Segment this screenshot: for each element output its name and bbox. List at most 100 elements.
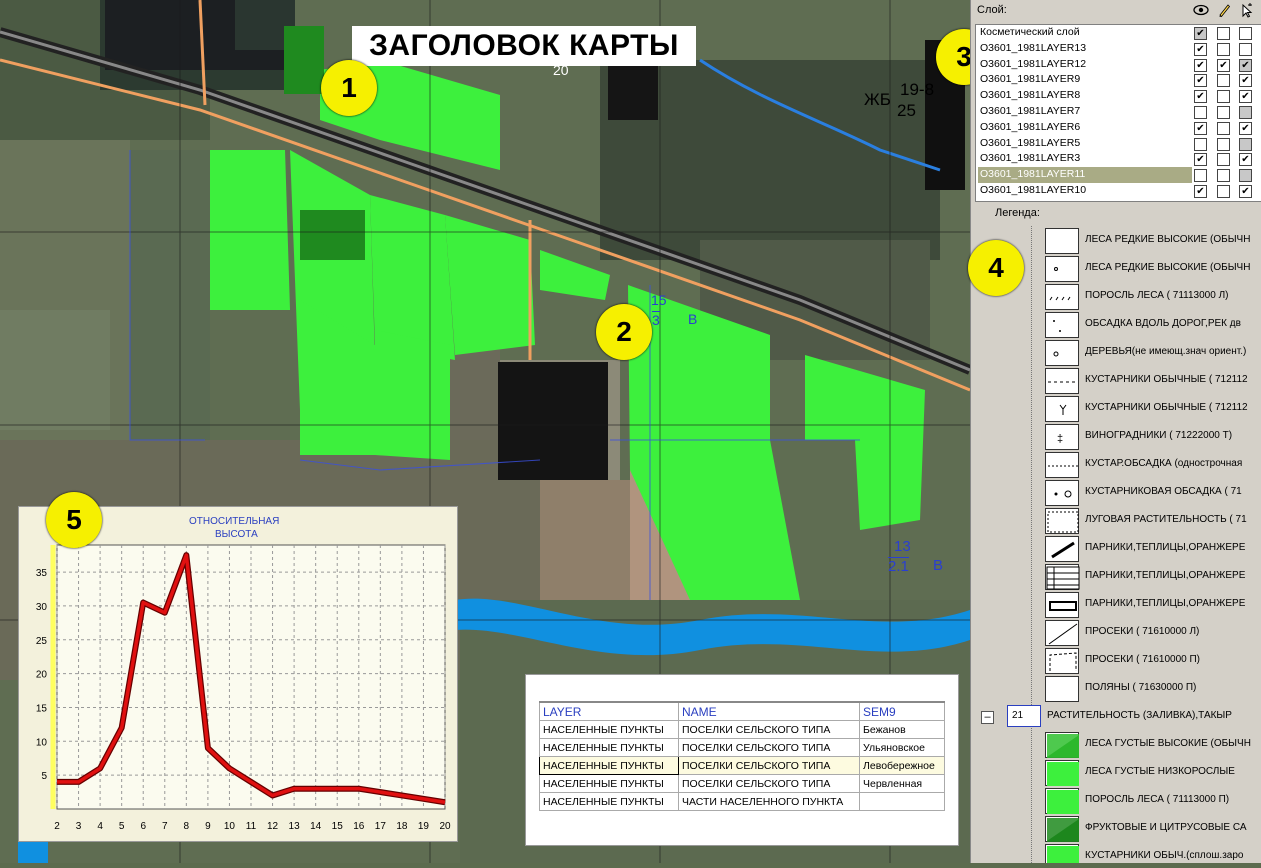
legend-item[interactable]: ЛЕСА ГУСТЫЕ ВЫСОКИЕ (ОБЫЧН	[1045, 732, 1261, 758]
layer-checkbox[interactable]	[1217, 90, 1230, 104]
layer-checkbox[interactable]: ✔	[1194, 121, 1207, 135]
table-row[interactable]: НАСЕЛЕННЫЕ ПУНКТЫ ПОСЕЛКИ СЕЛЬСКОГО ТИПА…	[539, 774, 945, 793]
layer-checkbox[interactable]: ✔	[1239, 58, 1252, 72]
legend-item[interactable]: ДЕРЕВЬЯ(не имеющ.знач ориент.)	[1045, 340, 1261, 366]
legend-fill-swatch	[1045, 844, 1079, 863]
layer-checkbox[interactable]: ✔	[1239, 121, 1252, 135]
layer-checkbox[interactable]	[1217, 42, 1230, 56]
legend-label: ПАРНИКИ,ТЕПЛИЦЫ,ОРАНЖЕРЕ	[1085, 542, 1246, 553]
legend-item[interactable]: ПОРОСЛЬ ЛЕСА ( 71113000 П)	[1045, 788, 1261, 814]
legend-label: ПРОСЕКИ ( 71610000 Л)	[1085, 626, 1200, 637]
legend-item[interactable]: ПОЛЯНЫ ( 71630000 П)	[1045, 676, 1261, 702]
layer-row[interactable]: O3601_1981LAYER8 ✔ ✔	[976, 88, 1261, 104]
legend-item[interactable]: ЛЕСА РЕДКИЕ ВЫСОКИЕ (ОБЫЧН	[1045, 256, 1261, 282]
map-label-zhb: ЖБ	[864, 90, 891, 109]
layer-checkbox[interactable]: ✔	[1239, 184, 1252, 198]
legend-item[interactable]: ПАРНИКИ,ТЕПЛИЦЫ,ОРАНЖЕРЕ	[1045, 564, 1261, 590]
layer-checkbox[interactable]	[1217, 121, 1230, 135]
layer-row[interactable]: O3601_1981LAYER13 ✔	[976, 41, 1261, 57]
legend-item[interactable]: ФРУКТОВЫЕ И ЦИТРУСОВЫЕ СА	[1045, 816, 1261, 842]
layer-row[interactable]: O3601_1981LAYER5	[976, 136, 1261, 152]
layer-checkbox[interactable]: ✔	[1194, 74, 1207, 88]
layer-name: O3601_1981LAYER5	[980, 136, 1081, 149]
table-cell: ПОСЕЛКИ СЕЛЬСКОГО ТИПА	[678, 756, 860, 775]
layer-checkbox[interactable]: ✔	[1194, 58, 1207, 72]
layer-row[interactable]: O3601_1981LAYER10 ✔ ✔	[976, 183, 1261, 199]
legend-symbol-icon	[1045, 396, 1079, 422]
layer-list[interactable]: Косметический слой ✔ O3601_1981LAYER13 ✔ O36…	[975, 24, 1261, 202]
chart-y-tick-label: 20	[36, 670, 48, 681]
layer-checkbox[interactable]	[1217, 169, 1230, 183]
layer-row[interactable]: O3601_1981LAYER11	[976, 167, 1261, 183]
layer-row[interactable]: Косметический слой ✔	[976, 25, 1261, 41]
legend-item[interactable]: ПРОСЕКИ ( 71610000 П)	[1045, 648, 1261, 674]
legend-item[interactable]: ПАРНИКИ,ТЕПЛИЦЫ,ОРАНЖЕРЕ	[1045, 592, 1261, 618]
table-row-selected[interactable]: НАСЕЛЕННЫЕ ПУНКТЫ ПОСЕЛКИ СЕЛЬСКОГО ТИПА…	[539, 756, 945, 775]
layer-checkbox[interactable]: ✔	[1239, 74, 1252, 88]
legend-label: ОБСАДКА ВДОЛЬ ДОРОГ,РЕК дв	[1085, 318, 1241, 329]
layer-checkbox[interactable]	[1239, 137, 1252, 151]
legend-item[interactable]: ЛЕСА ГУСТЫЕ НИЗКОРОСЛЫЕ	[1045, 760, 1261, 786]
legend-item[interactable]: КУСТАРНИКИ ОБЫЧ.(сплош.заро	[1045, 844, 1261, 863]
layer-checkbox[interactable]	[1194, 105, 1207, 119]
layer-checkbox[interactable]: ✔	[1194, 184, 1207, 198]
layer-checkbox[interactable]	[1194, 137, 1207, 151]
layer-checkbox[interactable]: ✔	[1194, 42, 1207, 56]
layer-checkbox[interactable]	[1217, 184, 1230, 198]
elevation-chart-panel[interactable]: ОТНОСИТЕЛЬНАЯ ВЫСОТА 2 3 4 5 6 7 8 9 10 11 12 13 14 1…	[18, 506, 458, 842]
layer-row[interactable]: O3601_1981LAYER9 ✔ ✔	[976, 72, 1261, 88]
layer-checkbox[interactable]: ✔	[1217, 58, 1230, 72]
legend-symbol-icon	[1045, 676, 1079, 702]
layer-checkbox[interactable]	[1239, 42, 1252, 56]
legend-symbol-icon	[1045, 508, 1079, 534]
legend-item[interactable]: ‡ ВИНОГРАДНИКИ ( 71222000 Т)	[1045, 424, 1261, 450]
layer-checkbox[interactable]	[1239, 27, 1252, 40]
legend-item[interactable]: КУСТАРНИКИ ОБЫЧНЫЕ ( 712112	[1045, 368, 1261, 394]
layer-checkbox[interactable]	[1217, 27, 1230, 40]
column-header-name[interactable]: NAME	[678, 701, 860, 721]
eye-icon[interactable]	[1192, 2, 1210, 20]
layer-row[interactable]: O3601_1981LAYER12 ✔ ✔ ✔	[976, 57, 1261, 73]
collapse-toggle[interactable]: –	[981, 711, 994, 724]
layer-checkbox[interactable]: ✔	[1194, 90, 1207, 104]
legend-item[interactable]: КУСТАР.ОБСАДКА (однострочная	[1045, 452, 1261, 478]
legend-item[interactable]: ЛУГОВАЯ РАСТИТЕЛЬНОСТЬ ( 71	[1045, 508, 1261, 534]
table-row[interactable]: НАСЕЛЕННЫЕ ПУНКТЫ ПОСЕЛКИ СЕЛЬСКОГО ТИПА…	[539, 738, 945, 757]
legend-item[interactable]: КУСТАРНИКИ ОБЫЧНЫЕ ( 712112	[1045, 396, 1261, 422]
pencil-icon[interactable]	[1215, 2, 1233, 20]
legend-item[interactable]: КУСТАРНИКОВАЯ ОБСАДКА ( 71	[1045, 480, 1261, 506]
layer-name: O3601_1981LAYER11	[978, 167, 1192, 183]
layer-checkbox[interactable]	[1239, 169, 1252, 183]
layer-checkbox[interactable]: ✔	[1194, 153, 1207, 167]
legend-item[interactable]: ПРОСЕКИ ( 71610000 Л)	[1045, 620, 1261, 646]
legend-item[interactable]: ЛЕСА РЕДКИЕ ВЫСОКИЕ (ОБЫЧН	[1045, 228, 1261, 254]
chart-x-tick-label: 5	[119, 821, 125, 832]
legend-tree[interactable]: ЛЕСА РЕДКИЕ ВЫСОКИЕ (ОБЫЧН ЛЕСА РЕДКИЕ ВЫ…	[971, 226, 1261, 863]
layer-row[interactable]: O3601_1981LAYER3 ✔ ✔	[976, 151, 1261, 167]
column-header-layer[interactable]: LAYER	[539, 701, 679, 721]
layer-row[interactable]: O3601_1981LAYER6 ✔ ✔	[976, 120, 1261, 136]
legend-item[interactable]: ПАРНИКИ,ТЕПЛИЦЫ,ОРАНЖЕРЕ	[1045, 536, 1261, 562]
layer-checkbox[interactable]	[1217, 105, 1230, 119]
layer-checkbox[interactable]	[1239, 105, 1252, 119]
legend-symbol-icon	[1045, 592, 1079, 618]
layer-row[interactable]: O3601_1981LAYER7	[976, 104, 1261, 120]
legend-item[interactable]: ПОРОСЛЬ ЛЕСА ( 71113000 Л)	[1045, 284, 1261, 310]
layer-checkbox[interactable]: ✔	[1239, 90, 1252, 104]
column-header-sem9[interactable]: SEM9	[859, 701, 945, 721]
layer-checkbox[interactable]	[1217, 74, 1230, 88]
chart-x-tick-label: 8	[184, 821, 190, 832]
layer-checkbox[interactable]: ✔	[1239, 153, 1252, 167]
legend-item[interactable]: ОБСАДКА ВДОЛЬ ДОРОГ,РЕК дв	[1045, 312, 1261, 338]
table-row[interactable]: НАСЕЛЕННЫЕ ПУНКТЫ ЧАСТИ НАСЕЛЕННОГО ПУНК…	[539, 792, 945, 811]
table-row[interactable]: НАСЕЛЕННЫЕ ПУНКТЫ ПОСЕЛКИ СЕЛЬСКОГО ТИПА…	[539, 720, 945, 739]
layer-checkbox[interactable]	[1217, 153, 1230, 167]
legend-group-row[interactable]: –21 РАСТИТЕЛЬНОСТЬ (ЗАЛИВКА),ТАКЫР	[971, 704, 1261, 730]
layer-checkbox[interactable]	[1217, 137, 1230, 151]
cursor-select-icon[interactable]	[1237, 2, 1255, 20]
legend-symbol-icon	[1045, 340, 1079, 366]
map-canvas[interactable]: ЗАГОЛОВОК КАРТЫ ЖБ 19-8 25 20 15 3 В 13 …	[0, 0, 1024, 863]
layer-checkbox[interactable]	[1194, 169, 1207, 183]
attribute-table-panel[interactable]: LAYER NAME SEM9 НАСЕЛЕННЫЕ ПУНКТЫ ПОСЕЛК…	[525, 674, 959, 846]
layer-checkbox[interactable]: ✔	[1194, 27, 1207, 40]
